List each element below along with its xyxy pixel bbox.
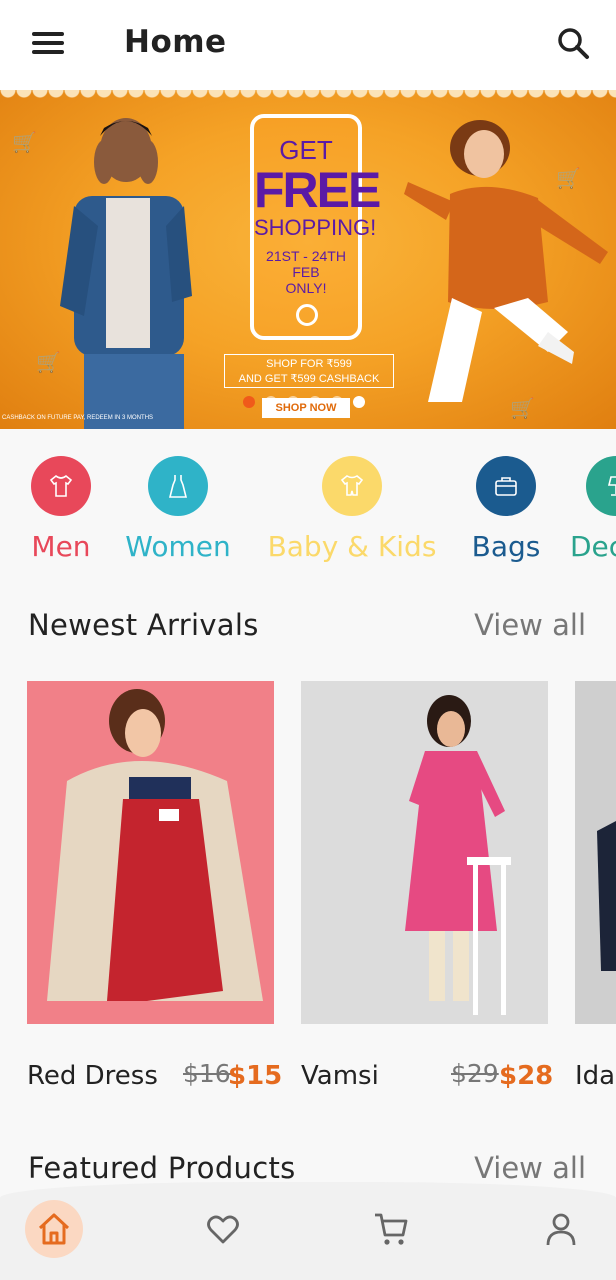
product-card[interactable]: Red Dress $16 $15 xyxy=(27,681,282,1091)
product-name: Red Dress xyxy=(27,1061,158,1091)
offer-line-1: SHOP FOR ₹599 xyxy=(266,358,352,370)
page-title: Home xyxy=(124,24,227,60)
bottom-navigation xyxy=(0,1182,616,1280)
banner-only: ONLY! xyxy=(285,280,327,296)
carousel-dot[interactable] xyxy=(353,396,365,408)
category-label: Baby & Kids xyxy=(267,530,437,563)
product-price: $28 xyxy=(499,1061,554,1091)
category-men[interactable]: Men xyxy=(28,456,94,563)
tshirt-icon xyxy=(31,456,91,516)
product-name: Vamsi xyxy=(301,1061,379,1091)
briefcase-icon xyxy=(476,456,536,516)
product-old-price: $16 xyxy=(183,1059,231,1088)
banner-headline-get: GET xyxy=(279,135,333,165)
category-label: Men xyxy=(31,530,91,563)
product-image xyxy=(575,681,616,1024)
cart-icon xyxy=(375,1213,408,1245)
profile-icon xyxy=(546,1213,576,1246)
search-icon[interactable] xyxy=(552,22,596,66)
cashback-offer: SHOP FOR ₹599 AND GET ₹599 CASHBACK xyxy=(224,354,394,388)
product-price: $15 xyxy=(228,1061,283,1091)
nav-cart[interactable] xyxy=(362,1200,420,1258)
dress-icon xyxy=(148,456,208,516)
newest-arrivals-title: Newest Arrivals xyxy=(28,608,259,642)
nav-profile[interactable] xyxy=(532,1200,590,1258)
offer-line-2: AND GET ₹599 CASHBACK xyxy=(238,373,380,385)
man-surprised-image xyxy=(60,118,192,429)
product-name: Ida xyxy=(575,1061,616,1091)
lamp-icon xyxy=(586,456,616,516)
category-label: Bags xyxy=(471,530,541,563)
featured-products-view-all[interactable]: View all xyxy=(474,1151,586,1185)
heart-icon xyxy=(207,1215,239,1244)
banner-headline-shopping: SHOPPING! xyxy=(254,215,377,240)
nav-home[interactable] xyxy=(25,1200,83,1258)
category-label: Decor xyxy=(570,530,616,563)
nav-wishlist[interactable] xyxy=(194,1200,252,1258)
phone-graphic: GET FREE SHOPPING! 21ST - 24TH FEB ONLY! xyxy=(250,114,381,340)
banner-fineprint: CASHBACK ON FUTURE PAY, REDEEM IN 3 MONT… xyxy=(2,415,154,421)
product-card[interactable]: Vamsi $29 $28 xyxy=(301,681,553,1091)
carousel-dot[interactable] xyxy=(243,396,255,408)
promo-banner[interactable]: 🛒 🛒 🛒 🛒 GET FREE SHOPPING! 21ST - 24TH F… xyxy=(0,90,616,429)
category-label: Women xyxy=(125,530,231,563)
banner-headline-free: FREE xyxy=(254,162,381,218)
hamburger-menu-icon[interactable] xyxy=(28,26,68,62)
category-decor[interactable]: Decor xyxy=(570,456,616,563)
category-women[interactable]: Women xyxy=(122,456,234,563)
category-bags[interactable]: Bags xyxy=(470,456,542,563)
woman-pointing-image xyxy=(404,120,608,402)
category-baby-kids[interactable]: Baby & Kids xyxy=(264,456,440,563)
app-bar: Home xyxy=(0,0,616,90)
product-old-price: $29 xyxy=(451,1059,499,1088)
home-icon xyxy=(38,1213,70,1245)
baby-clothes-icon xyxy=(322,456,382,516)
product-image xyxy=(301,681,548,1024)
shop-now-button[interactable]: SHOP NOW xyxy=(262,398,350,418)
product-image xyxy=(27,681,274,1024)
product-card[interactable]: Ida xyxy=(575,681,616,1101)
featured-products-title: Featured Products xyxy=(28,1151,296,1185)
banner-dates: 21ST - 24TH FEB xyxy=(266,248,346,280)
newest-arrivals-view-all[interactable]: View all xyxy=(474,608,586,642)
category-row: Men Women Baby & Kids Bags Decor xyxy=(0,429,616,579)
cart-decoration-icon: 🛒 xyxy=(12,130,37,154)
